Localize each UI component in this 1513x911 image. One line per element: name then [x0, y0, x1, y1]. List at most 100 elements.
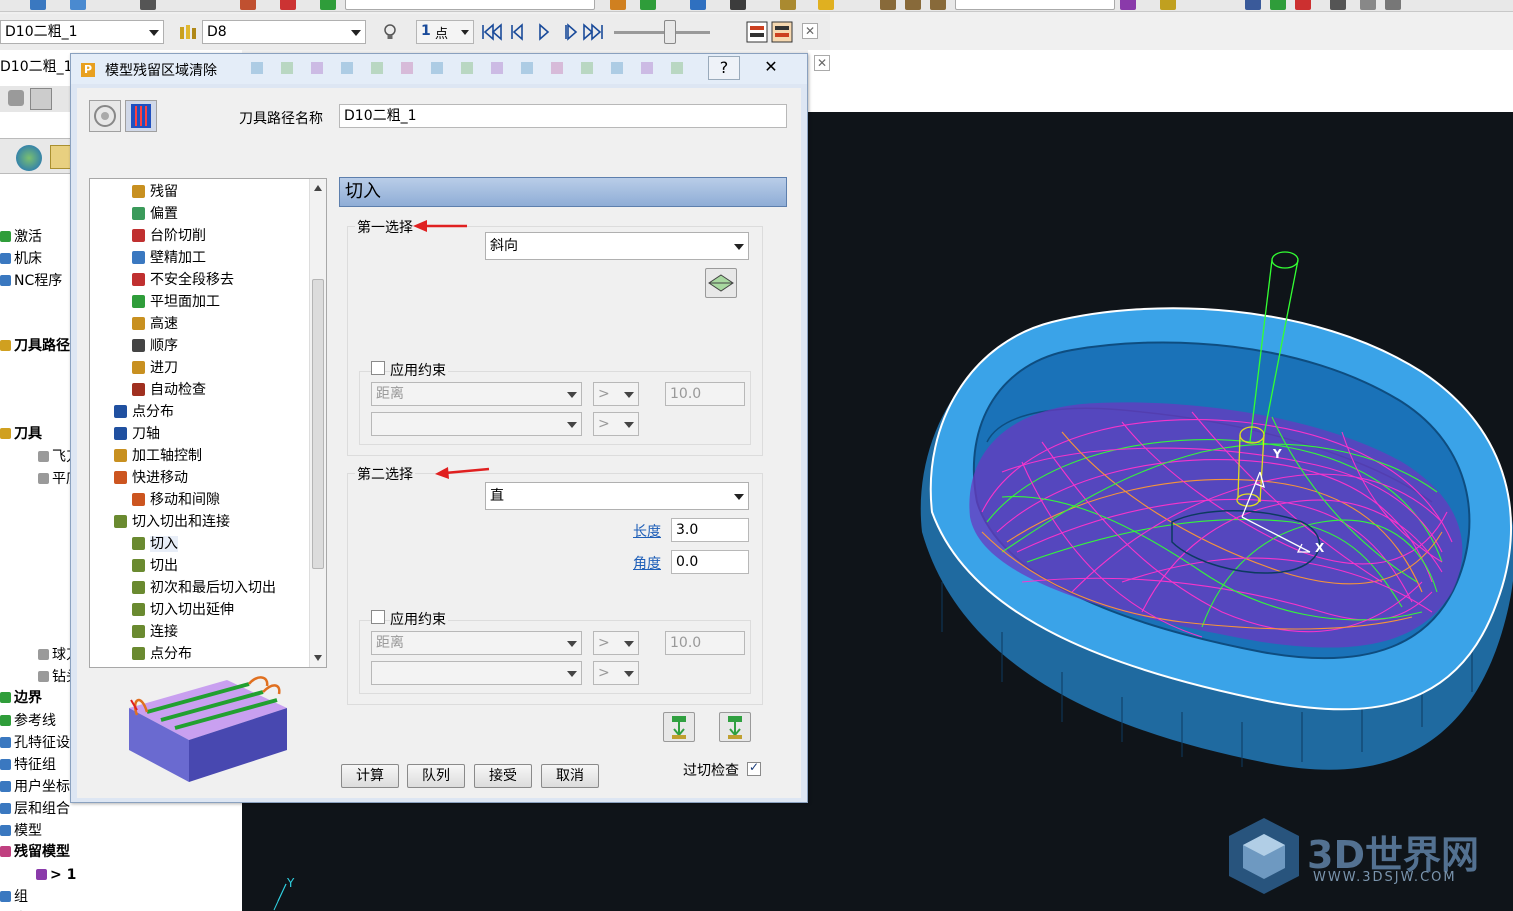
calculate-button[interactable]: 计算	[341, 764, 399, 788]
toolbar-icon[interactable]	[690, 0, 706, 10]
nav-tree-item[interactable]: 切入	[132, 533, 178, 555]
nav-tree-item[interactable]: 连接	[132, 621, 178, 643]
explorer-item[interactable]: > 1	[36, 864, 76, 886]
toolbar-icon[interactable]	[1245, 0, 1261, 10]
queue-button[interactable]: 队列	[407, 764, 465, 788]
toolpath-name-field[interactable]: D10二粗_1	[339, 104, 787, 128]
second-apply-constraint-checkbox[interactable]	[371, 610, 385, 624]
tool-form-button[interactable]	[89, 100, 121, 132]
toolbar-icon[interactable]	[880, 0, 896, 10]
toolbar-icon[interactable]	[1295, 0, 1311, 10]
explorer-tool-icon[interactable]	[8, 90, 24, 106]
nav-tree-item[interactable]: 刀轴	[114, 423, 160, 445]
toolbar-icon[interactable]	[1330, 0, 1346, 10]
nav-tree-item[interactable]: 残留	[132, 181, 178, 203]
nav-tree-item[interactable]: 偏置	[132, 203, 178, 225]
nav-tree-item[interactable]: 台阶切削	[132, 225, 206, 247]
nav-tree-item[interactable]: 高速	[132, 313, 178, 335]
copy-lead-in-button[interactable]	[719, 712, 751, 742]
lightbulb-icon[interactable]	[382, 23, 398, 43]
explorer-item[interactable]: 用户坐标	[0, 776, 70, 798]
view-toggle-icons[interactable]	[746, 21, 794, 43]
nav-tree-item[interactable]: 不安全段移去	[132, 269, 234, 291]
first-constraint-operator[interactable]: >	[593, 382, 639, 406]
toolbar-icon[interactable]	[1160, 0, 1176, 10]
toolbar-icon[interactable]	[240, 0, 256, 10]
explorer-item[interactable]: 层和组合	[0, 798, 70, 820]
explorer-item[interactable]: 特征组	[0, 754, 56, 776]
first-constraint-value[interactable]: 10.0	[665, 382, 745, 406]
second-constraint-operator-2[interactable]: >	[593, 661, 639, 685]
explorer-item[interactable]: 边界	[0, 687, 42, 709]
explorer-item[interactable]: 机床	[0, 248, 42, 270]
toolbar-icon[interactable]	[320, 0, 336, 10]
nav-tree-item[interactable]: 初次和最后切入切出	[132, 577, 276, 599]
toolbar-icon[interactable]	[730, 0, 746, 10]
angle-link[interactable]: 角度	[633, 553, 661, 573]
explorer-item[interactable]: 刀具路径	[0, 335, 70, 357]
toolbar-close-icon[interactable]: ✕	[802, 23, 818, 39]
toolpath-selector[interactable]: D10二粗_1	[0, 20, 164, 44]
first-constraint-type-2[interactable]	[371, 412, 582, 436]
nav-tree-item[interactable]: 切入切出和连接	[114, 511, 230, 533]
explorer-tool-icon[interactable]	[30, 88, 52, 110]
nav-tree-item[interactable]: 平坦面加工	[132, 291, 220, 313]
dialog-titlebar[interactable]: P 模型残留区域清除 ? ✕	[71, 54, 807, 84]
second-constraint-type-2[interactable]	[371, 661, 582, 685]
toolbar-icon[interactable]	[1270, 0, 1286, 10]
nav-tree-item[interactable]: 移动和间隙	[132, 489, 220, 511]
length-link[interactable]: 长度	[633, 521, 661, 541]
playback-controls[interactable]	[480, 22, 606, 42]
second-constraint-operator[interactable]: >	[593, 631, 639, 655]
explorer-item[interactable]: 参考线	[0, 710, 56, 732]
explorer-item[interactable]: 模型	[0, 820, 42, 842]
overcut-check-checkbox[interactable]	[747, 760, 761, 776]
toolbar-icon[interactable]	[818, 0, 834, 10]
accept-button[interactable]: 接受	[474, 764, 532, 788]
help-button[interactable]: ?	[708, 56, 740, 80]
explorer-item[interactable]: NC程序	[0, 270, 62, 292]
toolbar-icon[interactable]	[70, 0, 86, 10]
nav-scrollbar[interactable]	[309, 179, 326, 667]
toolbar-combo[interactable]	[955, 0, 1115, 10]
toolbar-icon[interactable]	[1120, 0, 1136, 10]
first-choice-select[interactable]: 斜向	[485, 232, 749, 260]
scroll-thumb[interactable]	[312, 279, 324, 569]
nav-tree-item[interactable]: 顺序	[132, 335, 178, 357]
toolbar-icon[interactable]	[30, 0, 46, 10]
first-constraint-type[interactable]: 距离	[371, 382, 582, 406]
nav-tree-item[interactable]: 加工轴控制	[114, 445, 202, 467]
first-apply-constraint-checkbox[interactable]	[371, 361, 385, 375]
toolbar-icon[interactable]	[930, 0, 946, 10]
second-choice-select[interactable]: 直	[485, 482, 749, 510]
chevron-down-icon[interactable]	[314, 655, 322, 661]
chevron-up-icon[interactable]	[314, 185, 322, 191]
tool-selector[interactable]: D8	[202, 20, 366, 44]
second-constraint-type[interactable]: 距离	[371, 631, 582, 655]
angle-field[interactable]: 0.0	[671, 550, 749, 574]
nav-tree-item[interactable]: 进刀	[132, 357, 178, 379]
toolbar-combo[interactable]	[345, 0, 595, 10]
globe-icon[interactable]	[16, 145, 42, 171]
toolbar-icon[interactable]	[905, 0, 921, 10]
explorer-item[interactable]: 刀具	[0, 423, 42, 445]
nav-tree-item[interactable]: 壁精加工	[132, 247, 206, 269]
explorer-item[interactable]: 组	[0, 886, 28, 908]
toolpath-preview-button[interactable]	[125, 100, 157, 132]
toolbar-icon[interactable]	[610, 0, 626, 10]
second-constraint-value[interactable]: 10.0	[665, 631, 745, 655]
explorer-item[interactable]: 激活	[0, 226, 42, 248]
toolbar-icon[interactable]	[640, 0, 656, 10]
nav-tree-item[interactable]: 点分布	[132, 643, 192, 665]
nav-tree-item[interactable]: 快进移动	[114, 467, 188, 489]
close-button[interactable]: ✕	[755, 56, 787, 80]
folder-icon[interactable]	[50, 145, 72, 169]
toolbar-icon[interactable]	[780, 0, 796, 10]
cancel-button[interactable]: 取消	[541, 764, 599, 788]
explorer-item[interactable]: 残留模型	[0, 841, 70, 863]
nav-tree-item[interactable]: 自动检查	[132, 379, 206, 401]
explorer-item[interactable]: 孔特征设	[0, 732, 70, 754]
playback-speed-slider[interactable]	[664, 20, 676, 44]
nav-tree-item[interactable]: 点分布	[114, 401, 174, 423]
copy-lead-out-button[interactable]	[663, 712, 695, 742]
